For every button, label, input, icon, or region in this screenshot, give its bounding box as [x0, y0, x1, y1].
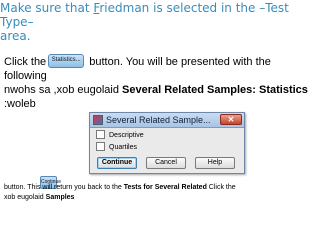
statistics-button[interactable]: Statistics... [48, 54, 85, 69]
footer-text-2: Click the [206, 184, 236, 191]
help-button[interactable]: Help [195, 157, 235, 169]
quartiles-label: Quartiles [109, 144, 138, 151]
cancel-button[interactable]: Cancel [146, 157, 186, 169]
paragraph-line-2-bold: Several Related Samples: Statistics [122, 84, 308, 97]
descriptive-label: Descriptive [109, 132, 144, 139]
paragraph-line-2-text: nwohs sa ,xob eugolaid [4, 84, 123, 97]
footer-line-2-bold: Samples [45, 194, 75, 201]
footer-paragraph: button. This will return you back to the… [4, 183, 316, 203]
instruction-paragraph: Click the Statistics... button. You will … [4, 54, 316, 111]
dialog-title: Several Related Sample... [106, 115, 211, 125]
footer-line-2-text: xob eugolaid [4, 194, 46, 201]
descriptive-checkbox[interactable] [96, 129, 105, 139]
close-icon[interactable]: ✕ [220, 114, 242, 125]
paragraph-line-3: :woleb [4, 98, 36, 111]
app-icon [93, 115, 103, 125]
heading-line-2: area. [0, 29, 31, 43]
quartiles-option[interactable]: Quartiles [96, 141, 138, 153]
descriptive-option[interactable]: Descriptive [96, 129, 144, 141]
instruction-heading: Make sure that Friedman is selected in t… [0, 1, 320, 43]
continue-button[interactable]: Continue [97, 157, 137, 169]
statistics-dialog: Several Related Sample... ✕ Descriptive … [89, 112, 245, 174]
dialog-titlebar[interactable]: Several Related Sample... ✕ [90, 113, 244, 128]
footer-text-1: button. This will return you back to the [4, 184, 124, 191]
heading-text-1: Make sure that [0, 1, 94, 15]
quartiles-checkbox[interactable] [96, 141, 105, 151]
click-prefix: Click the [4, 56, 47, 68]
footer-bold-1: Tests for Several Related [123, 184, 207, 191]
